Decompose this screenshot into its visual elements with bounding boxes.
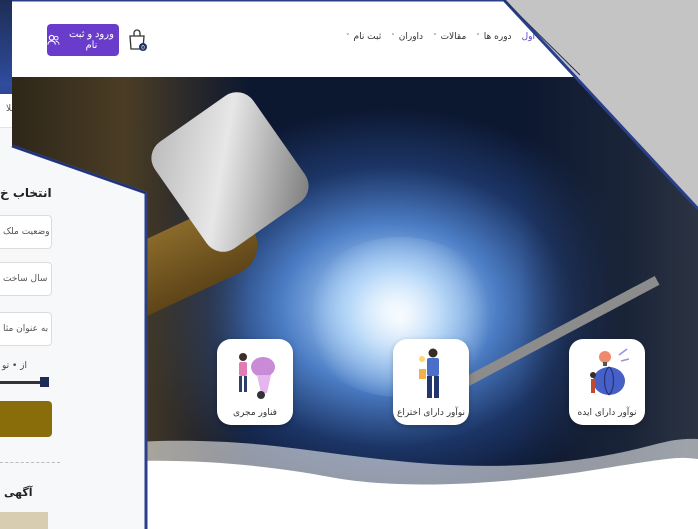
filter-property-status[interactable]: وضعیت ملک: [0, 215, 52, 249]
user-icon: [47, 34, 60, 45]
nav-item-label: ثبت نام: [353, 32, 382, 42]
role-card-label: فناور مجری: [233, 408, 277, 418]
shopping-bag-icon: 0: [129, 29, 147, 52]
price-range-track[interactable]: [0, 381, 44, 384]
ad-thumbnail[interactable]: [0, 512, 48, 529]
price-range-label: از • تو: [2, 361, 28, 371]
nav-item-courses[interactable]: دوره ها ˅: [476, 32, 511, 42]
chevron-down-icon: ˅: [476, 33, 480, 41]
chevron-down-icon: ˅: [433, 33, 437, 41]
nav-item-label: دوره ها: [483, 32, 512, 42]
inventor-icon: [419, 348, 439, 398]
login-register-label: ورود و ثبت نام: [68, 29, 114, 51]
divider: [0, 462, 60, 463]
cart-button[interactable]: 0: [127, 27, 149, 53]
filter-build-year[interactable]: سال ساخت: [0, 262, 52, 296]
role-card-inventor[interactable]: نوآور دارای اختراع: [393, 339, 469, 425]
login-register-button[interactable]: ورود و ثبت نام: [47, 24, 119, 56]
nav-item-home[interactable]: اصلی اول: [522, 32, 559, 42]
site-header: ورود و ثبت نام 0 اصلی اول دوره ها ˅ مقال…: [12, 0, 698, 77]
filter-submit-button[interactable]: [0, 401, 52, 437]
main-nav: اصلی اول دوره ها ˅ مقالات ˅ داوران ˅ ثبت…: [346, 32, 558, 42]
nav-item-label: مقالات: [440, 32, 467, 42]
nav-item-label: اصلی اول: [521, 32, 559, 42]
technologist-icon: [239, 353, 275, 399]
nav-item-judges[interactable]: داوران ˅: [391, 32, 423, 42]
filter-title: انتخاب خ: [0, 186, 52, 200]
role-card-idea-holder[interactable]: نوآور دارای ایده: [569, 339, 645, 425]
nav-item-articles[interactable]: مقالات ˅: [433, 32, 466, 42]
idea-brain-icon: [590, 348, 630, 396]
chevron-down-icon: ˅: [346, 33, 350, 41]
role-card-technologist[interactable]: فناور مجری: [217, 339, 293, 425]
ads-title: آگهی: [4, 486, 33, 499]
svg-text:0: 0: [141, 45, 145, 52]
price-range-handle[interactable]: [40, 377, 49, 387]
role-card-label: نوآور دارای اختراع: [396, 408, 466, 418]
nav-item-register[interactable]: ثبت نام ˅: [346, 32, 381, 42]
role-card-label: نوآور دارای ایده: [577, 408, 637, 418]
chevron-down-icon: ˅: [391, 33, 395, 41]
nav-item-label: داوران: [398, 32, 424, 42]
filter-example-input[interactable]: به عنوان مثا: [0, 312, 52, 346]
